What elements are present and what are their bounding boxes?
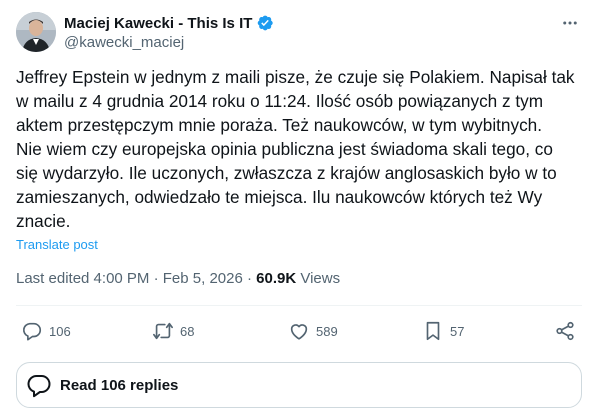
translate-post-link[interactable]: Translate post bbox=[16, 237, 98, 252]
bookmark-icon bbox=[426, 321, 440, 341]
repost-count: 68 bbox=[180, 323, 195, 339]
post-text: Jeffrey Epstein w jednym z maili pisze, … bbox=[16, 67, 575, 231]
heart-icon bbox=[290, 324, 308, 340]
bookmark-button[interactable]: 57 bbox=[422, 316, 464, 346]
reply-icon bbox=[22, 322, 42, 341]
more-options-icon[interactable] bbox=[558, 13, 582, 33]
reply-count: 106 bbox=[49, 323, 71, 339]
edited-timestamp[interactable]: Last edited 4:00 PM · Feb 5, 2026 · bbox=[16, 270, 256, 287]
read-replies-label: Read 106 replies bbox=[60, 376, 179, 394]
post-header: Maciej Kawecki - This Is IT @kawecki_mac… bbox=[16, 11, 582, 53]
avatar-image bbox=[16, 12, 56, 52]
author-display-name[interactable]: Maciej Kawecki - This Is IT bbox=[64, 15, 252, 32]
action-bar: 106 68 589 57 bbox=[16, 316, 582, 346]
repost-icon bbox=[153, 322, 173, 340]
like-button[interactable]: 589 bbox=[288, 316, 338, 346]
views-count: 60.9K bbox=[256, 270, 297, 287]
name-row: Maciej Kawecki - This Is IT bbox=[64, 13, 274, 33]
reply-bubble-icon bbox=[27, 375, 51, 398]
views-label: Views bbox=[296, 270, 341, 287]
like-count: 589 bbox=[316, 323, 338, 339]
author-handle[interactable]: @kawecki_maciej bbox=[64, 34, 274, 51]
share-button[interactable] bbox=[554, 316, 576, 346]
share-icon bbox=[556, 321, 574, 341]
verified-badge-icon[interactable] bbox=[256, 14, 274, 32]
avatar[interactable] bbox=[16, 12, 56, 52]
bookmark-count: 57 bbox=[450, 323, 465, 339]
reply-button[interactable]: 106 bbox=[21, 316, 71, 346]
read-replies-button[interactable]: Read 106 replies bbox=[16, 362, 582, 408]
repost-button[interactable]: 68 bbox=[152, 316, 194, 346]
divider-top bbox=[16, 305, 582, 306]
author-block: Maciej Kawecki - This Is IT @kawecki_mac… bbox=[64, 13, 274, 51]
post-meta: Last edited 4:00 PM · Feb 5, 2026 · 60.9… bbox=[16, 270, 340, 287]
